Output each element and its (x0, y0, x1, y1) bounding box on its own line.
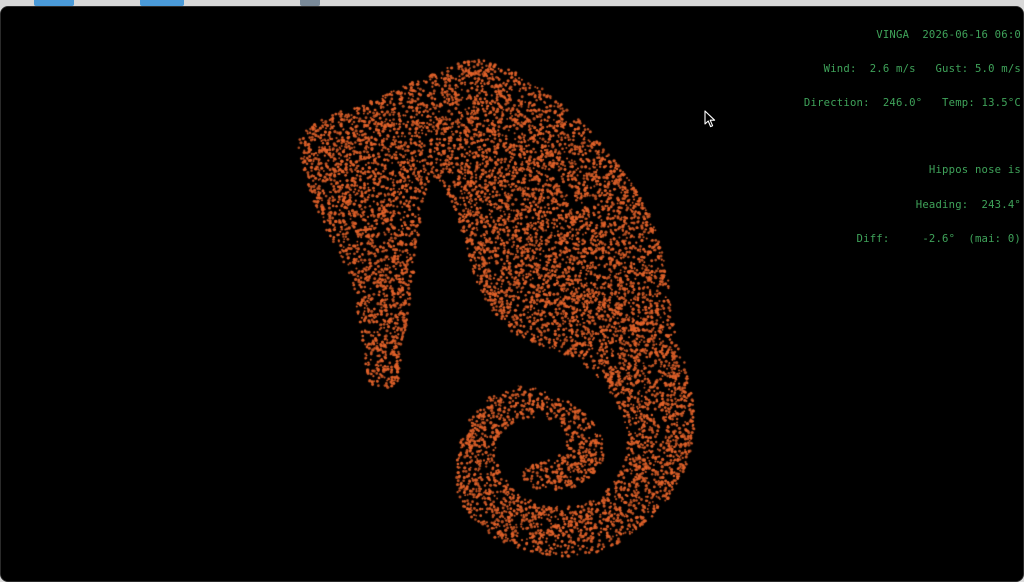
hud-diff: Diff: -2.6° (mai: 0) (856, 232, 1021, 245)
hud-heading: Heading: 243.4° (915, 198, 1021, 211)
desktop-screen: VINGA 2026-06-16 06:0 Wind: 2.6 m/s Gust… (0, 0, 1024, 582)
hud-nose-label: Hippos nose is (928, 164, 1021, 177)
weather-hud: VINGA 2026-06-16 06:0 Wind: 2.6 m/s Gust… (804, 7, 1021, 268)
hud-title: VINGA 2026-06-16 06:0 (876, 28, 1021, 41)
visualization-window[interactable]: VINGA 2026-06-16 06:0 Wind: 2.6 m/s Gust… (0, 6, 1024, 582)
hud-wind: Wind: 2.6 m/s Gust: 5.0 m/s (823, 63, 1021, 76)
mouse-pointer-icon (704, 110, 716, 128)
hud-spacer (804, 132, 1021, 142)
hud-direction: Direction: 246.0° Temp: 13.5°C (803, 97, 1021, 110)
